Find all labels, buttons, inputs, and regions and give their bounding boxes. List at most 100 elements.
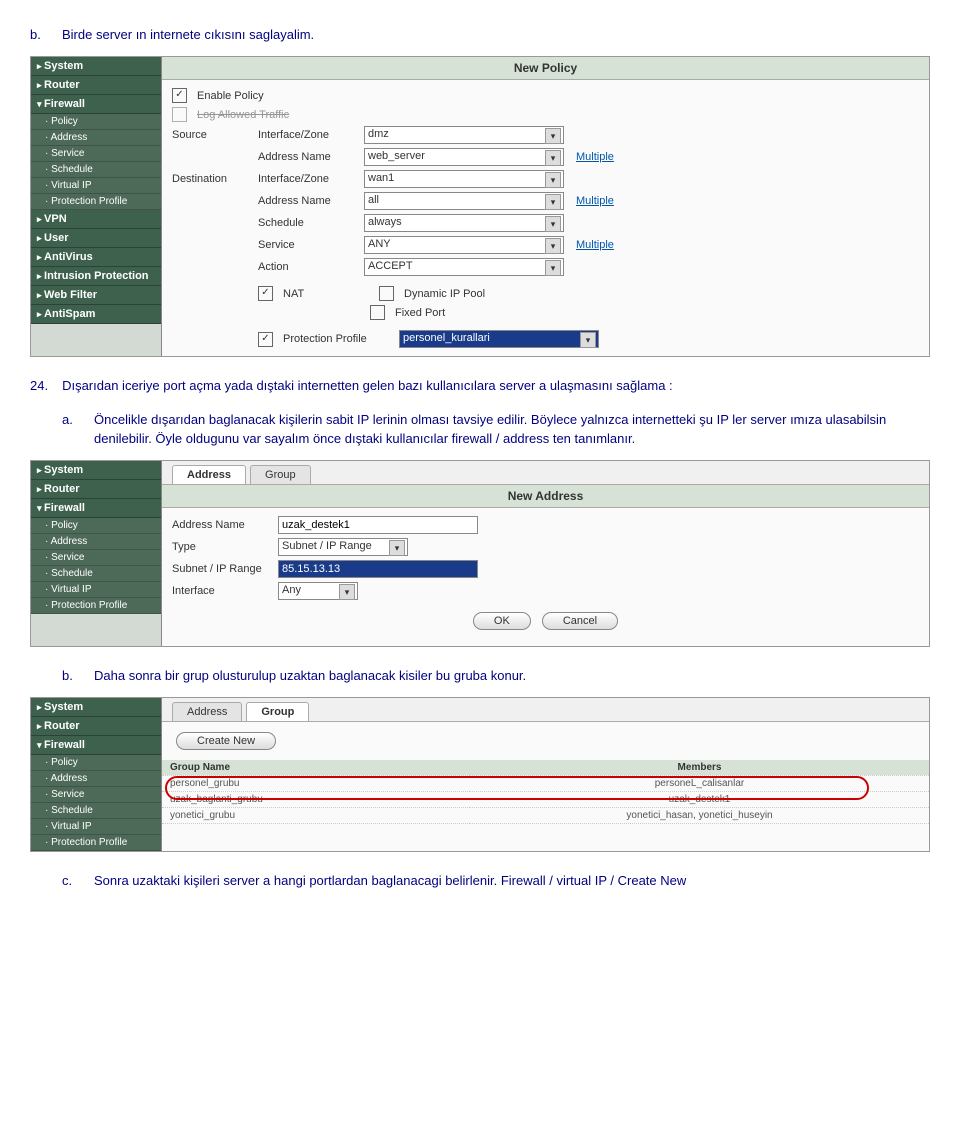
- nav-protprof[interactable]: Protection Profile: [31, 835, 161, 851]
- sidebar: System Router Firewall Policy Address Se…: [31, 57, 162, 356]
- list-text: Daha sonra bir grup olusturulup uzaktan …: [94, 667, 526, 685]
- tab-group[interactable]: Group: [246, 702, 309, 721]
- protprof-select[interactable]: personel_kurallari: [399, 330, 599, 348]
- nav-service[interactable]: Service: [31, 550, 161, 566]
- dst-multiple-link[interactable]: Multiple: [576, 195, 614, 207]
- nav-intrusion[interactable]: Intrusion Protection: [31, 267, 161, 286]
- nav-schedule[interactable]: Schedule: [31, 566, 161, 582]
- ok-button[interactable]: OK: [473, 612, 531, 630]
- nav-schedule[interactable]: Schedule: [31, 803, 161, 819]
- protprof-checkbox[interactable]: [258, 332, 273, 347]
- list-item-c: c. Sonra uzaktaki kişileri server a hang…: [62, 866, 930, 896]
- src-interface-select[interactable]: dmz: [364, 126, 564, 144]
- log-allowed-label: Log Allowed Traffic: [197, 109, 289, 121]
- nav-policy[interactable]: Policy: [31, 114, 161, 130]
- nav-system[interactable]: System: [31, 698, 161, 717]
- src-multiple-link[interactable]: Multiple: [576, 151, 614, 163]
- schedule-select[interactable]: always: [364, 214, 564, 232]
- tab-address[interactable]: Address: [172, 702, 242, 721]
- src-address-select[interactable]: web_server: [364, 148, 564, 166]
- type-select[interactable]: Subnet / IP Range: [278, 538, 408, 556]
- lab-addrname2: Address Name: [258, 195, 358, 207]
- interface-select[interactable]: Any: [278, 582, 358, 600]
- nat-checkbox[interactable]: [258, 286, 273, 301]
- nav-router[interactable]: Router: [31, 76, 161, 95]
- nav-router[interactable]: Router: [31, 717, 161, 736]
- service-select[interactable]: ANY: [364, 236, 564, 254]
- list-item-b2: b. Daha sonra bir grup olusturulup uzakt…: [62, 661, 930, 691]
- nat-label: NAT: [283, 288, 373, 300]
- nav-policy[interactable]: Policy: [31, 755, 161, 771]
- screenshot-new-address: System Router Firewall Policy Address Se…: [30, 460, 930, 647]
- screenshot-new-policy: System Router Firewall Policy Address Se…: [30, 56, 930, 357]
- lab-address-name: Address Name: [172, 519, 272, 531]
- cancel-button[interactable]: Cancel: [542, 612, 618, 630]
- nav-firewall[interactable]: Firewall: [31, 499, 161, 518]
- list-text: Sonra uzaktaki kişileri server a hangi p…: [94, 872, 686, 890]
- nav-address[interactable]: Address: [31, 771, 161, 787]
- enable-policy-label: Enable Policy: [197, 90, 264, 102]
- nav-webfilter[interactable]: Web Filter: [31, 286, 161, 305]
- nav-address[interactable]: Address: [31, 534, 161, 550]
- sidebar: System Router Firewall Policy Address Se…: [31, 698, 162, 851]
- cell-name[interactable]: yonetici_grubu: [162, 807, 470, 823]
- svc-multiple-link[interactable]: Multiple: [576, 239, 614, 251]
- nav-virtualip[interactable]: Virtual IP: [31, 582, 161, 598]
- nav-policy[interactable]: Policy: [31, 518, 161, 534]
- nav-antispam[interactable]: AntiSpam: [31, 305, 161, 324]
- lab-dest: Destination: [172, 173, 252, 185]
- panel-title: New Policy: [162, 57, 929, 80]
- nav-vpn[interactable]: VPN: [31, 210, 161, 229]
- sidebar: System Router Firewall Policy Address Se…: [31, 461, 162, 646]
- list-item-a: a. Öncelikle dışarıdan baglanacak kişile…: [62, 405, 930, 453]
- dst-address-select[interactable]: all: [364, 192, 564, 210]
- nav-protprof[interactable]: Protection Profile: [31, 598, 161, 614]
- nav-service[interactable]: Service: [31, 146, 161, 162]
- table-row: yonetici_grubuyonetici_hasan, yonetici_h…: [162, 807, 929, 823]
- subnet-range-input[interactable]: [278, 560, 478, 578]
- dynpool-checkbox[interactable]: [379, 286, 394, 301]
- list-mark: c.: [62, 872, 80, 890]
- cell-members: yonetici_hasan, yonetici_huseyin: [470, 807, 929, 823]
- list-text: Dışarıdan iceriye port açma yada dıştaki…: [62, 377, 673, 395]
- fixedport-label: Fixed Port: [395, 307, 445, 319]
- address-name-input[interactable]: [278, 516, 478, 534]
- create-new-button[interactable]: Create New: [176, 732, 276, 750]
- list-mark: b.: [30, 26, 48, 44]
- highlight-circle-icon: [165, 776, 869, 800]
- nav-virtualip[interactable]: Virtual IP: [31, 178, 161, 194]
- nav-user[interactable]: User: [31, 229, 161, 248]
- dynpool-label: Dynamic IP Pool: [404, 288, 485, 300]
- action-select[interactable]: ACCEPT: [364, 258, 564, 276]
- list-text: Öncelikle dışarıdan baglanacak kişilerin…: [94, 411, 930, 447]
- lab-service: Service: [258, 239, 358, 251]
- nav-antivirus[interactable]: AntiVirus: [31, 248, 161, 267]
- col-members: Members: [470, 760, 929, 776]
- tab-group[interactable]: Group: [250, 465, 311, 484]
- list-item-b1: b. Birde server ın internete cıkısını sa…: [30, 20, 930, 50]
- nav-system[interactable]: System: [31, 461, 161, 480]
- dst-interface-select[interactable]: wan1: [364, 170, 564, 188]
- screenshot-group-table: System Router Firewall Policy Address Se…: [30, 697, 930, 852]
- nav-address[interactable]: Address: [31, 130, 161, 146]
- nav-router[interactable]: Router: [31, 480, 161, 499]
- list-mark: a.: [62, 411, 80, 447]
- nav-firewall[interactable]: Firewall: [31, 736, 161, 755]
- nav-firewall[interactable]: Firewall: [31, 95, 161, 114]
- lab-action: Action: [258, 261, 358, 273]
- fixedport-checkbox[interactable]: [370, 305, 385, 320]
- nav-service[interactable]: Service: [31, 787, 161, 803]
- list-mark: b.: [62, 667, 80, 685]
- lab-ifzone2: Interface/Zone: [258, 173, 358, 185]
- log-allowed-checkbox[interactable]: [172, 107, 187, 122]
- lab-ifzone: Interface/Zone: [258, 129, 358, 141]
- col-group-name: Group Name: [162, 760, 470, 776]
- nav-protprof[interactable]: Protection Profile: [31, 194, 161, 210]
- lab-type: Type: [172, 541, 272, 553]
- tab-address[interactable]: Address: [172, 465, 246, 484]
- enable-policy-checkbox[interactable]: [172, 88, 187, 103]
- nav-schedule[interactable]: Schedule: [31, 162, 161, 178]
- nav-virtualip[interactable]: Virtual IP: [31, 819, 161, 835]
- lab-schedule: Schedule: [258, 217, 358, 229]
- nav-system[interactable]: System: [31, 57, 161, 76]
